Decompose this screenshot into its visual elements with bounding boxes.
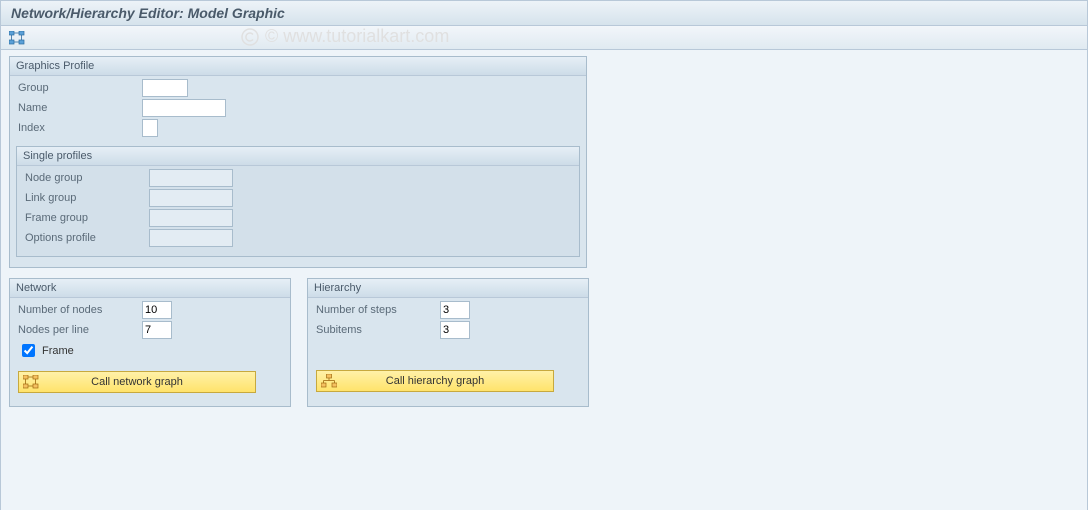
call-network-graph-label: Call network graph xyxy=(43,376,255,388)
hierarchy-title: Hierarchy xyxy=(308,279,588,298)
single-profiles-title: Single profiles xyxy=(17,147,579,166)
options-profile-label: Options profile xyxy=(21,232,149,244)
link-group-label: Link group xyxy=(21,192,149,204)
index-input[interactable] xyxy=(142,119,158,137)
group-input[interactable] xyxy=(142,79,188,97)
graphics-profile-panel: Graphics Profile Group Name Index Single… xyxy=(9,56,587,268)
watermark-text: © www.tutorialkart.com xyxy=(265,26,449,47)
options-profile-input xyxy=(149,229,233,247)
number-of-nodes-label: Number of nodes xyxy=(14,304,142,316)
nodes-per-line-label: Nodes per line xyxy=(14,324,142,336)
frame-group-label: Frame group xyxy=(21,212,149,224)
network-icon[interactable] xyxy=(7,29,27,47)
number-of-steps-input[interactable] xyxy=(440,301,470,319)
network-graph-icon xyxy=(19,375,43,389)
frame-checkbox-label: Frame xyxy=(42,345,74,357)
single-profiles-panel: Single profiles Node group Link group Fr… xyxy=(16,146,580,257)
call-network-graph-button[interactable]: Call network graph xyxy=(18,371,256,393)
network-title: Network xyxy=(10,279,290,298)
watermark: © www.tutorialkart.com xyxy=(241,26,449,47)
hierarchy-graph-icon xyxy=(317,374,341,388)
toolbar: © www.tutorialkart.com xyxy=(1,26,1087,50)
name-label: Name xyxy=(14,102,142,114)
subitems-input[interactable] xyxy=(440,321,470,339)
content: Graphics Profile Group Name Index Single… xyxy=(1,50,1087,510)
nodes-per-line-input[interactable] xyxy=(142,321,172,339)
number-of-nodes-input[interactable] xyxy=(142,301,172,319)
group-label: Group xyxy=(14,82,142,94)
subitems-label: Subitems xyxy=(312,324,440,336)
network-panel: Network Number of nodes Nodes per line xyxy=(9,278,291,407)
frame-group-input xyxy=(149,209,233,227)
frame-checkbox[interactable] xyxy=(22,344,35,357)
name-input[interactable] xyxy=(142,99,226,117)
link-group-input xyxy=(149,189,233,207)
node-group-label: Node group xyxy=(21,172,149,184)
app-window: Network/Hierarchy Editor: Model Graphic … xyxy=(0,0,1088,510)
call-hierarchy-graph-button[interactable]: Call hierarchy graph xyxy=(316,370,554,392)
index-label: Index xyxy=(14,122,142,134)
call-hierarchy-graph-label: Call hierarchy graph xyxy=(341,375,553,387)
page-title: Network/Hierarchy Editor: Model Graphic xyxy=(1,1,1087,26)
graphics-profile-title: Graphics Profile xyxy=(10,57,586,76)
hierarchy-panel: Hierarchy Number of steps Subitems xyxy=(307,278,589,407)
number-of-steps-label: Number of steps xyxy=(312,304,440,316)
node-group-input xyxy=(149,169,233,187)
